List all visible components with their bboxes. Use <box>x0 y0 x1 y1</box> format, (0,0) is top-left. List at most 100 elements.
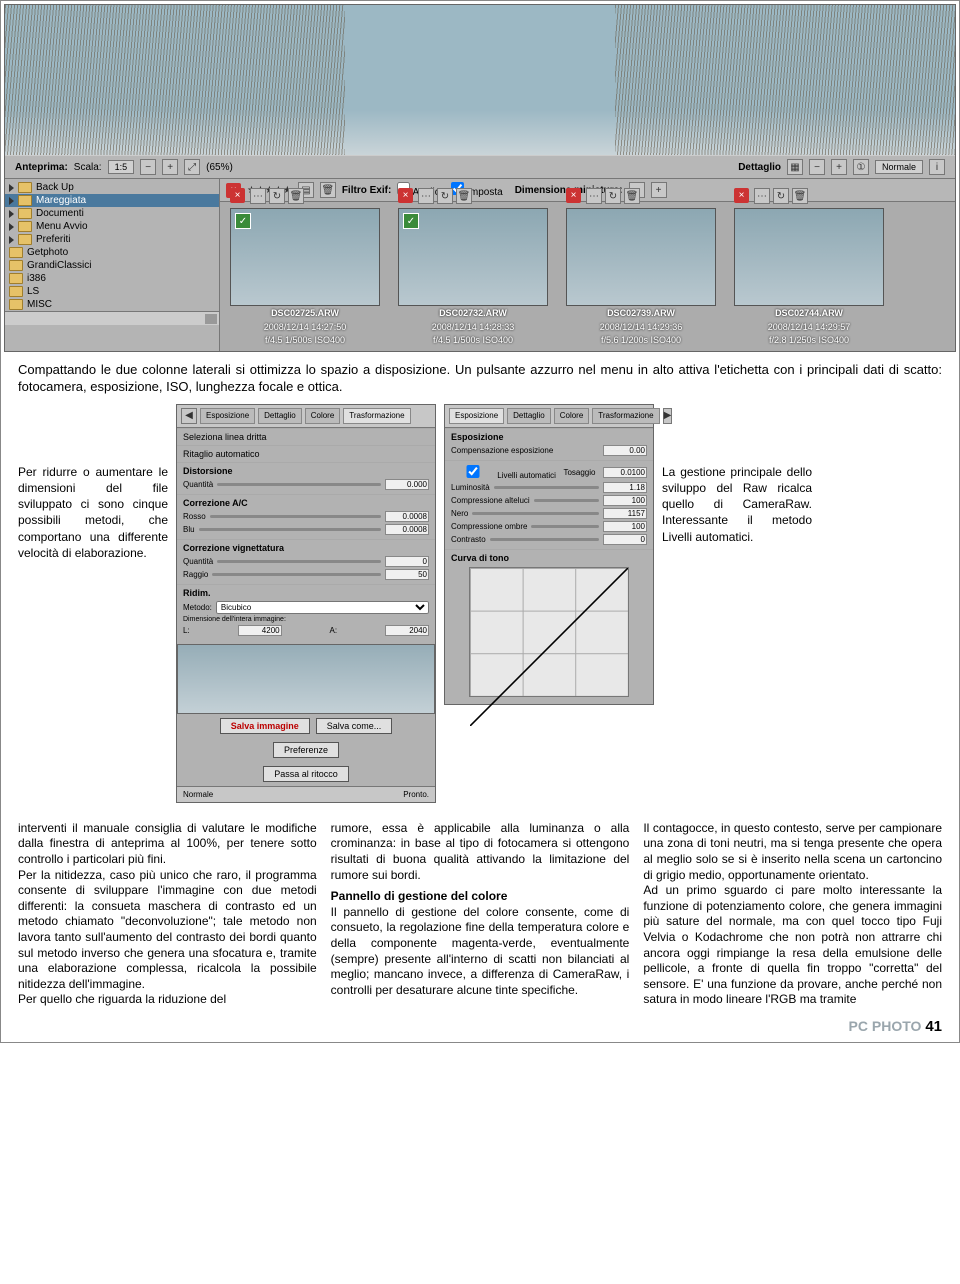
input-contrasto[interactable] <box>603 534 647 545</box>
input-raggio[interactable] <box>385 569 429 580</box>
btn-seleziona-linea[interactable]: Seleziona linea dritta <box>183 432 267 442</box>
trash-icon[interactable]: 🗑 <box>456 188 472 204</box>
thumbnail-image <box>734 208 884 306</box>
reject-icon[interactable]: × <box>734 188 749 203</box>
input-A[interactable] <box>385 625 429 636</box>
input-comp-alt[interactable] <box>603 495 647 506</box>
tab-dettaglio[interactable]: Dettaglio <box>507 408 551 424</box>
actions-icon[interactable]: ⋯ <box>418 188 434 204</box>
detail-1to1-icon[interactable]: ① <box>853 159 869 175</box>
tree-item: LS <box>5 285 219 298</box>
actions-icon[interactable]: ⋯ <box>250 188 266 204</box>
slider[interactable] <box>494 486 599 489</box>
scale-dropdown[interactable]: 1:5 <box>108 160 135 174</box>
slider[interactable] <box>531 525 599 528</box>
detail-mode-dropdown[interactable]: Normale <box>875 160 923 174</box>
zoom-out-icon[interactable]: − <box>140 159 156 175</box>
folder-icon <box>9 299 23 310</box>
save-as-button[interactable]: Salva come... <box>316 718 393 734</box>
goto-retouch-button[interactable]: Passa al ritocco <box>263 766 349 782</box>
label-anteprima: Anteprima: <box>15 162 68 173</box>
section-esposizione: Esposizione <box>451 432 647 442</box>
input-tosaggio[interactable] <box>603 467 647 478</box>
middle-panel-row: Per ridurre o aumentare le dimensioni de… <box>4 404 956 813</box>
cb-livelli-auto[interactable]: Livelli automatici <box>451 465 556 480</box>
trash-icon[interactable]: 🗑 <box>288 188 304 204</box>
reject-icon[interactable]: × <box>230 188 245 203</box>
tab-colore[interactable]: Colore <box>305 408 341 424</box>
slider[interactable] <box>217 560 381 563</box>
tree-item: i386 <box>5 272 219 285</box>
input-L[interactable] <box>238 625 282 636</box>
detail-grid-icon[interactable]: ▦ <box>787 159 803 175</box>
detail-zoom-in-icon[interactable]: + <box>831 159 847 175</box>
trash-icon[interactable]: 🗑 <box>792 188 808 204</box>
folder-icon <box>18 195 32 206</box>
input-quantita[interactable] <box>385 479 429 490</box>
tab-esposizione[interactable]: Esposizione <box>449 408 504 424</box>
folder-tree[interactable]: Back Up Mareggiata Documenti Menu Avvio … <box>5 179 220 351</box>
slider[interactable] <box>534 499 599 502</box>
preferences-button[interactable]: Preferenze <box>273 742 339 758</box>
actions-icon[interactable]: ⋯ <box>754 188 770 204</box>
thumb-larger-icon[interactable]: + <box>651 182 667 198</box>
article-columns: interventi il manuale consiglia di valut… <box>4 813 956 1014</box>
page-number: 41 <box>925 1018 942 1035</box>
thumbnail[interactable]: ×⋯↻🗑DSC02744.ARW2008/12/14 14:29:57f/2.8… <box>734 208 884 347</box>
input-comp-omb[interactable] <box>603 521 647 532</box>
btn-ritaglio-auto[interactable]: Ritaglio automatico <box>183 449 260 459</box>
thumbnail-exif: f/5.6 1/200s ISO400 <box>566 335 716 347</box>
tab-trasformazione[interactable]: Trasformazione <box>592 408 659 424</box>
arrow-left-icon[interactable]: ◀ <box>181 408 197 424</box>
slider[interactable] <box>217 483 381 486</box>
slider[interactable] <box>472 512 599 515</box>
slider[interactable] <box>212 573 381 576</box>
reject-icon[interactable]: × <box>566 188 581 203</box>
input-quantita2[interactable] <box>385 556 429 567</box>
thumbnail-exif: f/4.5 1/500s ISO400 <box>230 335 380 347</box>
actions-icon[interactable]: ⋯ <box>586 188 602 204</box>
footer-mode[interactable]: Normale <box>183 790 213 799</box>
zoom-in-icon[interactable]: + <box>162 159 178 175</box>
rotate-icon[interactable]: ↻ <box>773 188 789 204</box>
tree-item: MISC <box>5 298 219 311</box>
thumbnail-image <box>566 208 716 306</box>
slider[interactable] <box>210 515 381 518</box>
tree-item: Back Up <box>5 181 219 194</box>
embedded-preview <box>177 644 435 714</box>
metodo-select[interactable]: PiùFedele Bilineare Bicubico Bicubico (p… <box>216 601 429 614</box>
thumbnail-filename: DSC02744.ARW <box>734 308 884 320</box>
tab-dettaglio[interactable]: Dettaglio <box>258 408 302 424</box>
zoom-fit-icon[interactable]: ⤢ <box>184 159 200 175</box>
scrollbar[interactable] <box>5 311 219 325</box>
reject-icon[interactable]: × <box>398 188 413 203</box>
thumbnail-filename: DSC02739.ARW <box>566 308 716 320</box>
label-scala: Scala: <box>74 162 102 173</box>
rotate-icon[interactable]: ↻ <box>437 188 453 204</box>
slider[interactable] <box>490 538 599 541</box>
tab-colore[interactable]: Colore <box>554 408 590 424</box>
detail-zoom-out-icon[interactable]: − <box>809 159 825 175</box>
tone-curve[interactable] <box>469 567 629 697</box>
caption-left: Per ridurre o aumentare le dimensioni de… <box>18 404 168 561</box>
rotate-icon[interactable]: ↻ <box>269 188 285 204</box>
panel-tabs: Esposizione Dettaglio Colore Trasformazi… <box>445 405 653 428</box>
trash-icon[interactable]: 🗑 <box>624 188 640 204</box>
rotate-icon[interactable]: ↻ <box>605 188 621 204</box>
tab-esposizione[interactable]: Esposizione <box>200 408 255 424</box>
info-icon[interactable]: i <box>929 159 945 175</box>
input-comp-esp[interactable] <box>603 445 647 456</box>
slider[interactable] <box>199 528 381 531</box>
trash-icon[interactable]: 🗑 <box>320 182 336 198</box>
thumbnail[interactable]: ×⋯↻🗑DSC02739.ARW2008/12/14 14:29:36f/5.6… <box>566 208 716 347</box>
check-icon: ✓ <box>403 213 419 229</box>
thumbnail[interactable]: ×⋯↻🗑✓DSC02732.ARW2008/12/14 14:28:33f/4.… <box>398 208 548 347</box>
save-image-button[interactable]: Salva immagine <box>220 718 310 734</box>
input-blu[interactable] <box>385 524 429 535</box>
input-lumin[interactable] <box>603 482 647 493</box>
tab-trasformazione[interactable]: Trasformazione <box>343 408 410 424</box>
input-rosso[interactable] <box>385 511 429 522</box>
input-nero[interactable] <box>603 508 647 519</box>
thumbnail[interactable]: ×⋯↻🗑✓DSC02725.ARW2008/12/14 14:27:50f/4.… <box>230 208 380 347</box>
tree-item: Getphoto <box>5 246 219 259</box>
